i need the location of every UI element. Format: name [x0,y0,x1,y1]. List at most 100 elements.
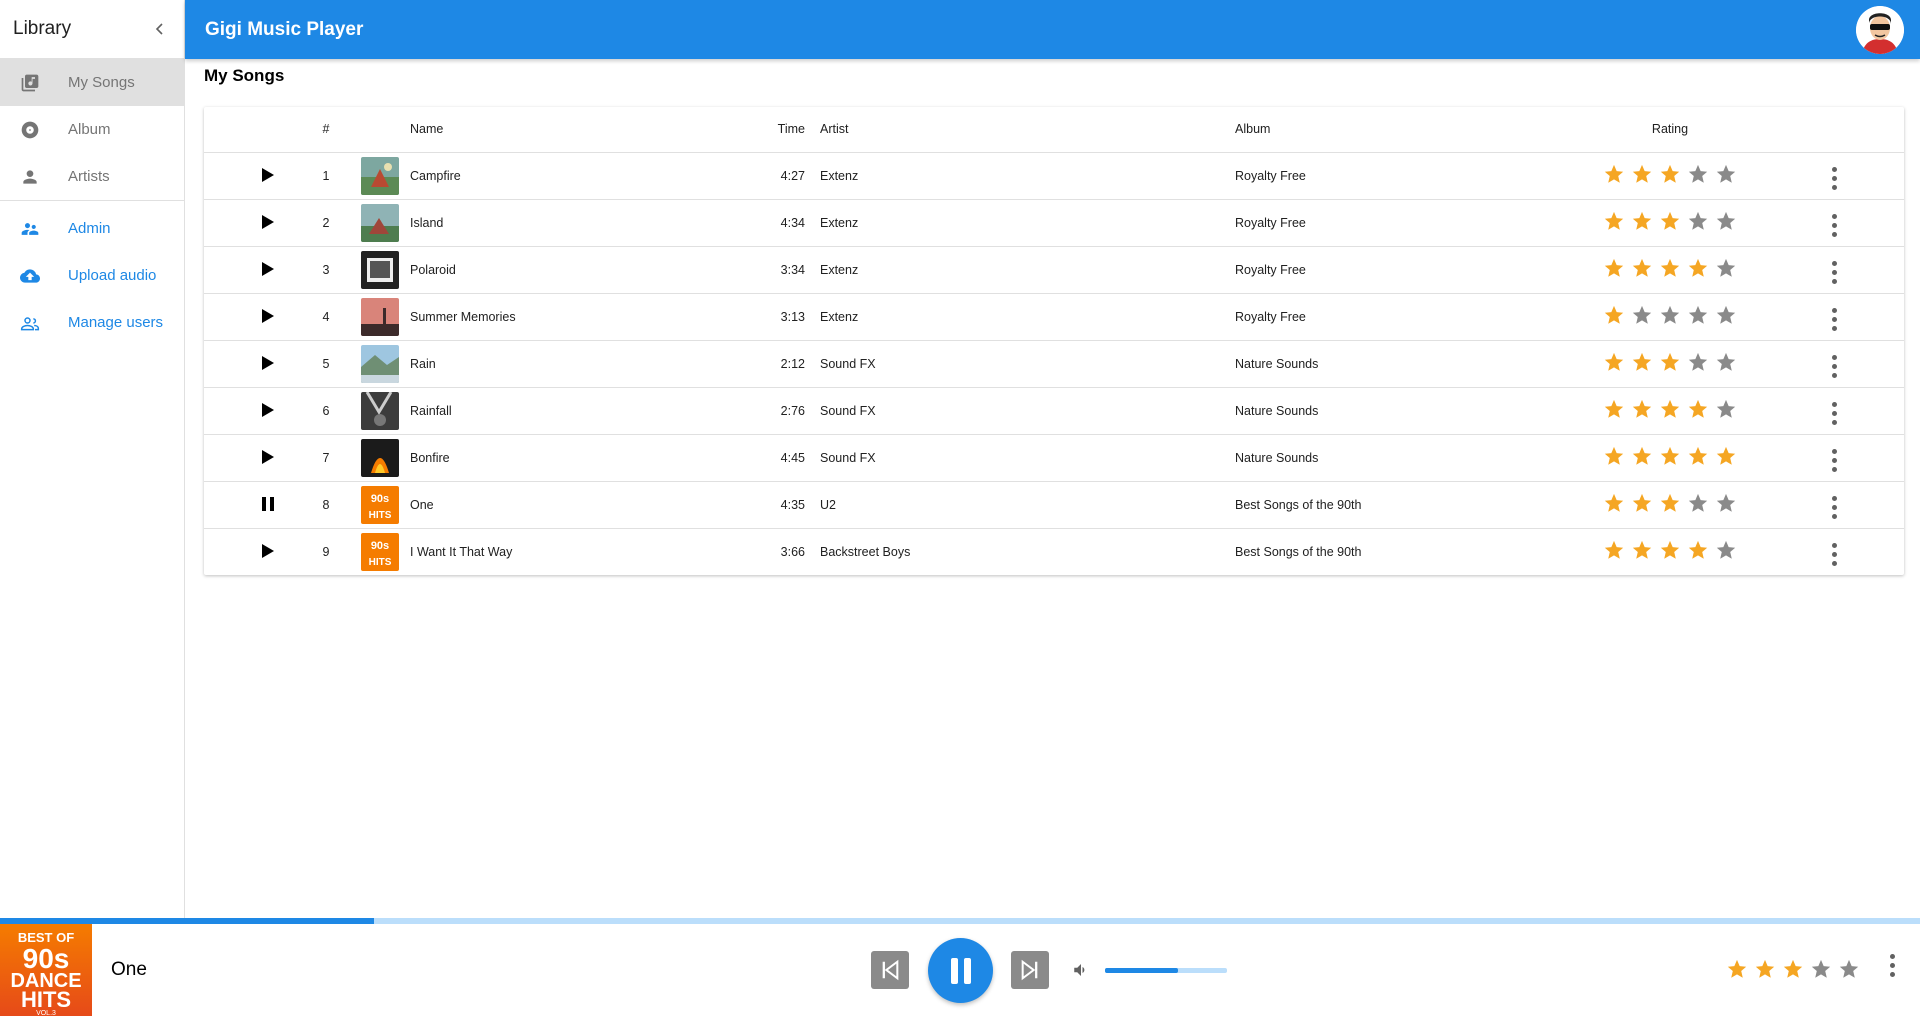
table-row[interactable]: 4 Summer Memories 3:13 Extenz Royalty Free [204,293,1904,341]
star-filled-icon[interactable] [1631,492,1653,514]
play-button[interactable] [258,541,278,561]
table-row[interactable]: 8 90s HITS One 4:35 U2 Best Songs of the 90th [204,481,1904,529]
star-filled-icon[interactable] [1631,351,1653,373]
song-rating[interactable] [1603,304,1737,326]
column-time[interactable]: Time [760,107,805,153]
sidebar-item-admin[interactable]: Admin [0,205,184,252]
star-filled-icon[interactable] [1754,958,1776,980]
song-rating[interactable] [1603,351,1737,373]
star-filled-icon[interactable] [1631,163,1653,185]
star-empty-icon[interactable] [1810,958,1832,980]
now-playing-rating[interactable] [1726,958,1860,980]
pause-button[interactable] [258,494,278,514]
star-empty-icon[interactable] [1715,304,1737,326]
play-button[interactable] [258,447,278,467]
song-rating[interactable] [1603,163,1737,185]
song-more-button[interactable] [1832,355,1837,378]
star-filled-icon[interactable] [1603,304,1625,326]
song-rating[interactable] [1603,257,1737,279]
play-button[interactable] [258,165,278,185]
star-filled-icon[interactable] [1687,257,1709,279]
star-empty-icon[interactable] [1631,304,1653,326]
star-filled-icon[interactable] [1631,210,1653,232]
song-rating[interactable] [1603,492,1737,514]
table-row[interactable]: 3 Polaroid 3:34 Extenz Royalty Free [204,246,1904,294]
star-filled-icon[interactable] [1659,257,1681,279]
star-filled-icon[interactable] [1659,163,1681,185]
star-filled-icon[interactable] [1631,539,1653,561]
star-filled-icon[interactable] [1631,398,1653,420]
star-filled-icon[interactable] [1603,351,1625,373]
column-name[interactable]: Name [410,107,760,153]
avatar[interactable] [1856,5,1904,54]
star-empty-icon[interactable] [1715,351,1737,373]
player-more-button[interactable] [1890,954,1895,977]
previous-button[interactable] [871,951,909,989]
pause-button[interactable] [928,938,993,1003]
star-filled-icon[interactable] [1659,210,1681,232]
star-filled-icon[interactable] [1603,539,1625,561]
star-empty-icon[interactable] [1715,163,1737,185]
star-filled-icon[interactable] [1603,445,1625,467]
song-more-button[interactable] [1832,449,1837,472]
chevron-left-icon[interactable] [150,19,170,39]
sidebar-item-artists[interactable]: Artists [0,153,184,200]
volume-slider[interactable] [1105,968,1227,973]
star-filled-icon[interactable] [1603,163,1625,185]
sidebar-item-upload-audio[interactable]: Upload audio [0,252,184,299]
song-more-button[interactable] [1832,167,1837,190]
star-empty-icon[interactable] [1687,163,1709,185]
star-filled-icon[interactable] [1603,398,1625,420]
song-rating[interactable] [1603,210,1737,232]
star-filled-icon[interactable] [1603,492,1625,514]
star-filled-icon[interactable] [1726,958,1748,980]
sidebar-item-album[interactable]: Album [0,106,184,153]
star-filled-icon[interactable] [1603,257,1625,279]
song-more-button[interactable] [1832,308,1837,331]
star-filled-icon[interactable] [1687,539,1709,561]
song-rating[interactable] [1603,539,1737,561]
table-row[interactable]: 2 Island 4:34 Extenz Royalty Free [204,199,1904,247]
column-rating[interactable]: Rating [1575,107,1765,153]
star-filled-icon[interactable] [1659,445,1681,467]
star-empty-icon[interactable] [1715,539,1737,561]
star-filled-icon[interactable] [1782,958,1804,980]
star-filled-icon[interactable] [1659,398,1681,420]
star-empty-icon[interactable] [1687,492,1709,514]
column-album[interactable]: Album [1235,107,1575,153]
star-empty-icon[interactable] [1715,257,1737,279]
play-button[interactable] [258,400,278,420]
play-button[interactable] [258,259,278,279]
sidebar-item-my-songs[interactable]: My Songs [0,59,184,106]
star-empty-icon[interactable] [1687,210,1709,232]
star-empty-icon[interactable] [1715,398,1737,420]
star-filled-icon[interactable] [1687,398,1709,420]
star-filled-icon[interactable] [1659,351,1681,373]
star-empty-icon[interactable] [1687,351,1709,373]
star-filled-icon[interactable] [1603,210,1625,232]
volume-icon[interactable] [1071,960,1091,980]
table-row[interactable]: 5 Rain 2:12 Sound FX Nature Sounds [204,340,1904,388]
star-filled-icon[interactable] [1687,445,1709,467]
star-empty-icon[interactable] [1715,492,1737,514]
star-empty-icon[interactable] [1715,210,1737,232]
table-row[interactable]: 7 Bonfire 4:45 Sound FX Nature Sounds [204,434,1904,482]
column-artist[interactable]: Artist [805,107,1235,153]
play-button[interactable] [258,353,278,373]
star-empty-icon[interactable] [1659,304,1681,326]
star-filled-icon[interactable] [1715,445,1737,467]
song-more-button[interactable] [1832,402,1837,425]
song-more-button[interactable] [1832,214,1837,237]
song-more-button[interactable] [1832,496,1837,519]
song-more-button[interactable] [1832,261,1837,284]
song-rating[interactable] [1603,398,1737,420]
song-more-button[interactable] [1832,543,1837,567]
next-button[interactable] [1011,951,1049,989]
song-rating[interactable] [1603,445,1737,467]
table-row[interactable]: 1 Campfire 4:27 Extenz Royalty Free [204,152,1904,200]
star-filled-icon[interactable] [1631,257,1653,279]
star-filled-icon[interactable] [1631,445,1653,467]
table-row[interactable]: 9 90s HITS I Want It That Way 3:66 Backstreet… [204,528,1904,575]
play-button[interactable] [258,306,278,326]
star-filled-icon[interactable] [1659,492,1681,514]
